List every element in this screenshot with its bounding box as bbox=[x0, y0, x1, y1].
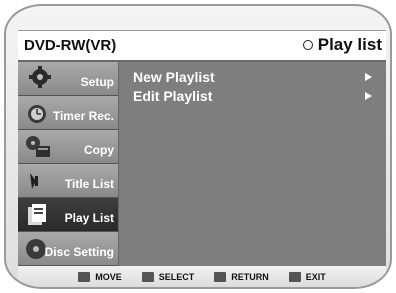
mode-label: Play list bbox=[317, 35, 382, 54]
arrow-right-icon bbox=[365, 73, 372, 81]
sidebar-item-label: Timer Rec. bbox=[52, 109, 114, 123]
sidebar-item-label: Title List bbox=[64, 177, 114, 191]
radio-icon bbox=[302, 40, 313, 50]
menu-item-new-playlist[interactable]: New Playlist bbox=[133, 69, 380, 87]
return-icon bbox=[214, 272, 227, 282]
copy-icon bbox=[26, 136, 50, 157]
hint-label: SELECT bbox=[158, 272, 195, 282]
hint-exit: EXIT bbox=[288, 272, 326, 282]
hint-select: SELECT bbox=[141, 272, 195, 282]
title-list-icon bbox=[30, 173, 38, 189]
footer-hints: MOVE SELECT RETURN EXIT bbox=[18, 266, 386, 287]
sidebar-item-setup[interactable]: Setup bbox=[18, 62, 119, 96]
sidebar-item-disc-setting[interactable]: Disc Setting bbox=[18, 232, 119, 266]
device-title: DVD-RW(VR) bbox=[24, 37, 117, 54]
sidebar-item-copy[interactable]: Copy bbox=[18, 130, 119, 164]
menu-item-label: New Playlist bbox=[133, 69, 215, 85]
sidebar-item-title-list[interactable]: Title List bbox=[18, 164, 119, 198]
move-icon bbox=[78, 272, 91, 282]
arrow-right-icon bbox=[365, 92, 372, 100]
menu-item-edit-playlist[interactable]: Edit Playlist bbox=[133, 88, 380, 106]
menu-item-label: Edit Playlist bbox=[133, 88, 213, 104]
sidebar-item-label: Setup bbox=[80, 75, 114, 89]
hint-label: EXIT bbox=[305, 272, 326, 282]
select-icon bbox=[141, 272, 154, 282]
hint-return: RETURN bbox=[214, 272, 269, 282]
menu-panel: New Playlist Edit Playlist bbox=[119, 62, 386, 266]
sidebar-item-label: Play List bbox=[64, 211, 114, 225]
sidebar-item-timer-rec[interactable]: Timer Rec. bbox=[18, 96, 119, 130]
osd-screen: DVD-RW(VR) Play list Setup Timer Rec. Co… bbox=[4, 4, 392, 289]
hint-move: MOVE bbox=[78, 272, 122, 282]
gear-icon bbox=[29, 66, 51, 88]
sidebar-item-label: Disc Setting bbox=[44, 245, 114, 259]
mode-indicator: Play list bbox=[302, 35, 382, 55]
header-bar: DVD-RW(VR) Play list bbox=[18, 30, 386, 62]
sidebar-item-label: Copy bbox=[84, 143, 114, 157]
play-list-icon bbox=[28, 204, 46, 225]
exit-icon bbox=[288, 272, 301, 282]
sidebar: Setup Timer Rec. Copy Title List Play Li… bbox=[18, 62, 119, 266]
timer-icon bbox=[28, 105, 46, 123]
hint-label: MOVE bbox=[95, 272, 122, 282]
hint-label: RETURN bbox=[231, 272, 269, 282]
sidebar-item-play-list[interactable]: Play List bbox=[18, 198, 119, 232]
